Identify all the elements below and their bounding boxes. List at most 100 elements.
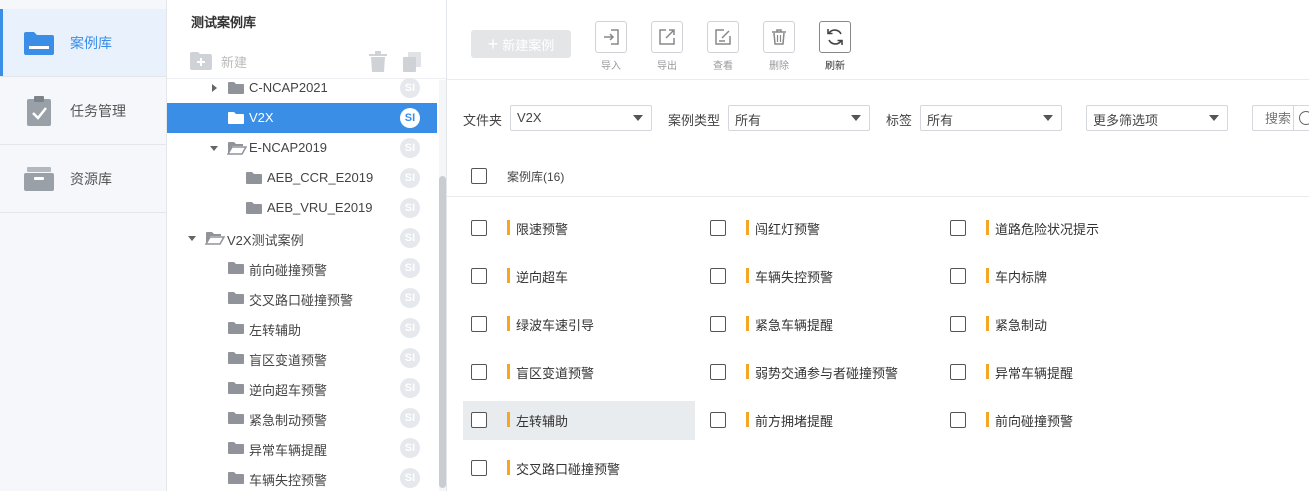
scenario-badge: SI xyxy=(400,168,420,188)
copy-folder-button[interactable] xyxy=(402,51,422,73)
case-checkbox[interactable] xyxy=(471,412,487,428)
import-button[interactable]: 导入 xyxy=(595,21,627,72)
case-name[interactable]: 前方拥堵提醒 xyxy=(755,411,833,430)
view-button[interactable]: 查看 xyxy=(707,21,739,72)
case-name[interactable]: 异常车辆提醒 xyxy=(995,363,1073,382)
new-case-button[interactable]: + 新建案例 xyxy=(471,30,571,58)
case-checkbox[interactable] xyxy=(471,268,487,284)
tree-node[interactable]: AEB_VRU_E2019 SI xyxy=(167,193,437,223)
refresh-button[interactable]: 刷新 xyxy=(819,21,851,72)
tree-node-label: 盲区变道预警 xyxy=(249,353,328,368)
tree-node[interactable]: 车辆失控预警 SI xyxy=(167,463,437,493)
tree-scrollbar-thumb[interactable] xyxy=(439,176,446,488)
case-checkbox[interactable] xyxy=(471,460,487,476)
case-checkbox[interactable] xyxy=(950,412,966,428)
tree-node-label: 逆向超车预警 xyxy=(249,383,328,398)
case-item[interactable]: 车辆失控预警 xyxy=(702,257,934,296)
tree-node[interactable]: C-NCAP2021 SI xyxy=(167,73,437,103)
tree-node[interactable]: 前向碰撞预警 SI xyxy=(167,253,437,283)
case-checkbox[interactable] xyxy=(710,220,726,236)
folder-icon xyxy=(245,171,263,185)
case-checkbox[interactable] xyxy=(471,364,487,380)
left-nav: 案例库 任务管理 资源库 xyxy=(0,0,167,491)
tree-node[interactable]: 紧急制动预警 SI xyxy=(167,403,437,433)
more-filters-select[interactable]: 更多筛选项 xyxy=(1086,105,1228,131)
case-checkbox[interactable] xyxy=(950,364,966,380)
case-item[interactable]: 道路危险状况提示 xyxy=(942,209,1174,248)
folder-icon xyxy=(227,411,245,425)
case-name[interactable]: 弱势交通参与者碰撞预警 xyxy=(755,363,898,382)
case-item[interactable]: 左转辅助 xyxy=(463,401,695,440)
case-name[interactable]: 闯红灯预警 xyxy=(755,219,820,238)
folder-select[interactable]: V2X xyxy=(510,105,652,131)
tree-node[interactable]: 左转辅助 SI xyxy=(167,313,437,343)
tag-select[interactable]: 所有 xyxy=(920,105,1062,131)
case-checkbox[interactable] xyxy=(710,316,726,332)
case-checkbox[interactable] xyxy=(950,316,966,332)
select-all-checkbox[interactable] xyxy=(471,168,487,184)
nav-item-resource-library[interactable]: 资源库 xyxy=(0,145,166,213)
case-item[interactable]: 绿波车速引导 xyxy=(463,305,695,344)
case-name[interactable]: 紧急车辆提醒 xyxy=(755,315,833,334)
case-item[interactable]: 盲区变道预警 xyxy=(463,353,695,392)
case-marker xyxy=(507,316,510,331)
nav-item-label: 资源库 xyxy=(70,170,112,187)
caret-down-icon[interactable] xyxy=(209,143,219,153)
nav-item-task-management[interactable]: 任务管理 xyxy=(0,77,166,145)
new-folder-button[interactable]: 新建 xyxy=(189,51,247,71)
case-item[interactable]: 限速预警 xyxy=(463,209,695,248)
case-item[interactable]: 交叉路口碰撞预警 xyxy=(463,449,695,488)
case-item[interactable]: 前方拥堵提醒 xyxy=(702,401,934,440)
search-icon[interactable] xyxy=(1299,111,1309,125)
export-button[interactable]: 导出 xyxy=(651,21,683,72)
case-item[interactable]: 闯红灯预警 xyxy=(702,209,934,248)
case-name[interactable]: 车内标牌 xyxy=(995,267,1047,286)
scenario-badge: SI xyxy=(400,348,420,368)
case-name[interactable]: 绿波车速引导 xyxy=(516,315,594,334)
tree-node[interactable]: V2X测试案例 SI xyxy=(167,223,437,253)
trash-icon xyxy=(369,51,387,72)
tree-node[interactable]: 异常车辆提醒 SI xyxy=(167,433,437,463)
case-checkbox[interactable] xyxy=(710,412,726,428)
case-name[interactable]: 前向碰撞预警 xyxy=(995,411,1073,430)
case-checkbox[interactable] xyxy=(950,268,966,284)
case-item[interactable]: 逆向超车 xyxy=(463,257,695,296)
plus-icon: + xyxy=(487,34,499,54)
delete-button[interactable]: 删除 xyxy=(763,21,795,72)
case-checkbox[interactable] xyxy=(950,220,966,236)
case-checkbox[interactable] xyxy=(471,220,487,236)
case-item[interactable]: 车内标牌 xyxy=(942,257,1174,296)
search-input[interactable] xyxy=(1263,110,1297,127)
nav-item-case-library[interactable]: 案例库 xyxy=(0,9,166,77)
tree-node[interactable]: AEB_CCR_E2019 SI xyxy=(167,163,437,193)
case-checkbox[interactable] xyxy=(710,364,726,380)
case-item[interactable]: 弱势交通参与者碰撞预警 xyxy=(702,353,934,392)
case-name[interactable]: 盲区变道预警 xyxy=(516,363,594,382)
case-item[interactable]: 紧急制动 xyxy=(942,305,1174,344)
tree-node[interactable]: 逆向超车预警 SI xyxy=(167,373,437,403)
delete-folder-button[interactable] xyxy=(368,51,388,73)
case-name[interactable]: 车辆失控预警 xyxy=(755,267,833,286)
case-checkbox[interactable] xyxy=(471,316,487,332)
case-name[interactable]: 紧急制动 xyxy=(995,315,1047,334)
case-name[interactable]: 左转辅助 xyxy=(516,411,568,430)
tree-node[interactable]: 盲区变道预警 SI xyxy=(167,343,437,373)
case-item[interactable]: 前向碰撞预警 xyxy=(942,401,1174,440)
case-type-select[interactable]: 所有 xyxy=(728,105,870,131)
tree-node[interactable]: V2X SI xyxy=(167,103,437,133)
scenario-badge: SI xyxy=(400,228,420,248)
case-checkbox[interactable] xyxy=(710,268,726,284)
caret-down-icon[interactable] xyxy=(187,233,197,243)
tree-node[interactable]: 交叉路口碰撞预警 SI xyxy=(167,283,437,313)
case-marker xyxy=(986,412,989,427)
case-name[interactable]: 限速预警 xyxy=(516,219,568,238)
tree-node[interactable]: E-NCAP2019 SI xyxy=(167,133,437,163)
case-name[interactable]: 道路危险状况提示 xyxy=(995,219,1099,238)
case-name[interactable]: 逆向超车 xyxy=(516,267,568,286)
case-item[interactable]: 紧急车辆提醒 xyxy=(702,305,934,344)
folder-icon xyxy=(227,441,245,455)
case-name[interactable]: 交叉路口碰撞预警 xyxy=(516,459,620,478)
case-item[interactable]: 异常车辆提醒 xyxy=(942,353,1174,392)
caret-right-icon[interactable] xyxy=(209,83,219,93)
case-marker xyxy=(507,364,510,379)
